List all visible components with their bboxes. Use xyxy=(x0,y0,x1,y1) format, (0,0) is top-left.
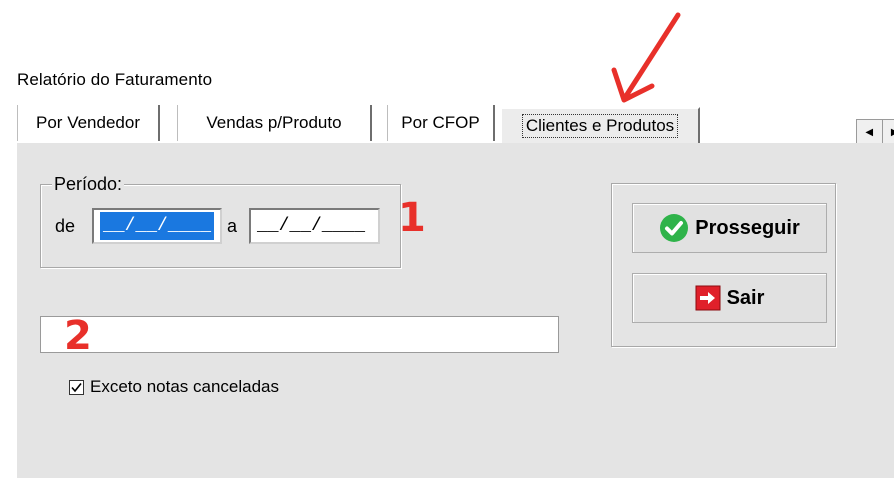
date-to-value: __/__/____ xyxy=(257,216,366,236)
arrow-annotation xyxy=(600,0,710,115)
tab-scroll-buttons: ◀ ▶ xyxy=(856,119,894,145)
prosseguir-button[interactable]: Prosseguir xyxy=(632,203,827,253)
exceto-canceladas-checkbox[interactable] xyxy=(69,379,84,395)
check-circle-icon xyxy=(659,213,689,243)
window-title: Relatório do Faturamento xyxy=(17,70,213,89)
tab-clientes-produtos[interactable]: Clientes e Produtos xyxy=(500,107,700,143)
exceto-canceladas-label: Exceto notas canceladas xyxy=(90,377,280,396)
exit-arrow-icon xyxy=(695,285,721,311)
checkmark-icon xyxy=(71,382,82,392)
tab-panel: Período: de __/__/____ a __/__/____ Pros… xyxy=(17,143,894,478)
tab-label: Clientes e Produtos xyxy=(521,114,679,138)
exceto-canceladas-row[interactable]: Exceto notas canceladas xyxy=(69,377,279,397)
prosseguir-label: Prosseguir xyxy=(695,216,800,239)
tab-strip: Por Vendedor Vendas p/Produto Por CFOP C… xyxy=(17,103,894,145)
sair-button[interactable]: Sair xyxy=(632,273,827,323)
tab-label: Por CFOP xyxy=(401,113,480,132)
tab-scroll-right-button[interactable]: ▶ xyxy=(883,120,894,144)
tab-scroll-left-button[interactable]: ◀ xyxy=(857,120,883,144)
tab-vendas-produto[interactable]: Vendas p/Produto xyxy=(177,105,372,141)
annotation-marker-1: 1 xyxy=(398,195,426,241)
annotation-marker-2: 2 xyxy=(64,313,92,359)
filter-text-input[interactable] xyxy=(40,316,559,353)
date-to-field[interactable]: __/__/____ xyxy=(249,208,380,244)
tab-label: Vendas p/Produto xyxy=(206,113,342,132)
date-to-label: a xyxy=(227,216,238,236)
tab-por-cfop[interactable]: Por CFOP xyxy=(387,105,495,141)
triangle-left-icon: ◀ xyxy=(865,126,874,138)
sair-label: Sair xyxy=(726,286,765,309)
date-from-value: __/__/____ xyxy=(100,212,214,240)
tab-label: Por Vendedor xyxy=(36,113,140,132)
date-from-label: de xyxy=(55,216,76,236)
date-from-field[interactable]: __/__/____ xyxy=(92,208,222,244)
tab-por-vendedor[interactable]: Por Vendedor xyxy=(17,105,160,141)
periodo-label: Período: xyxy=(52,174,125,195)
